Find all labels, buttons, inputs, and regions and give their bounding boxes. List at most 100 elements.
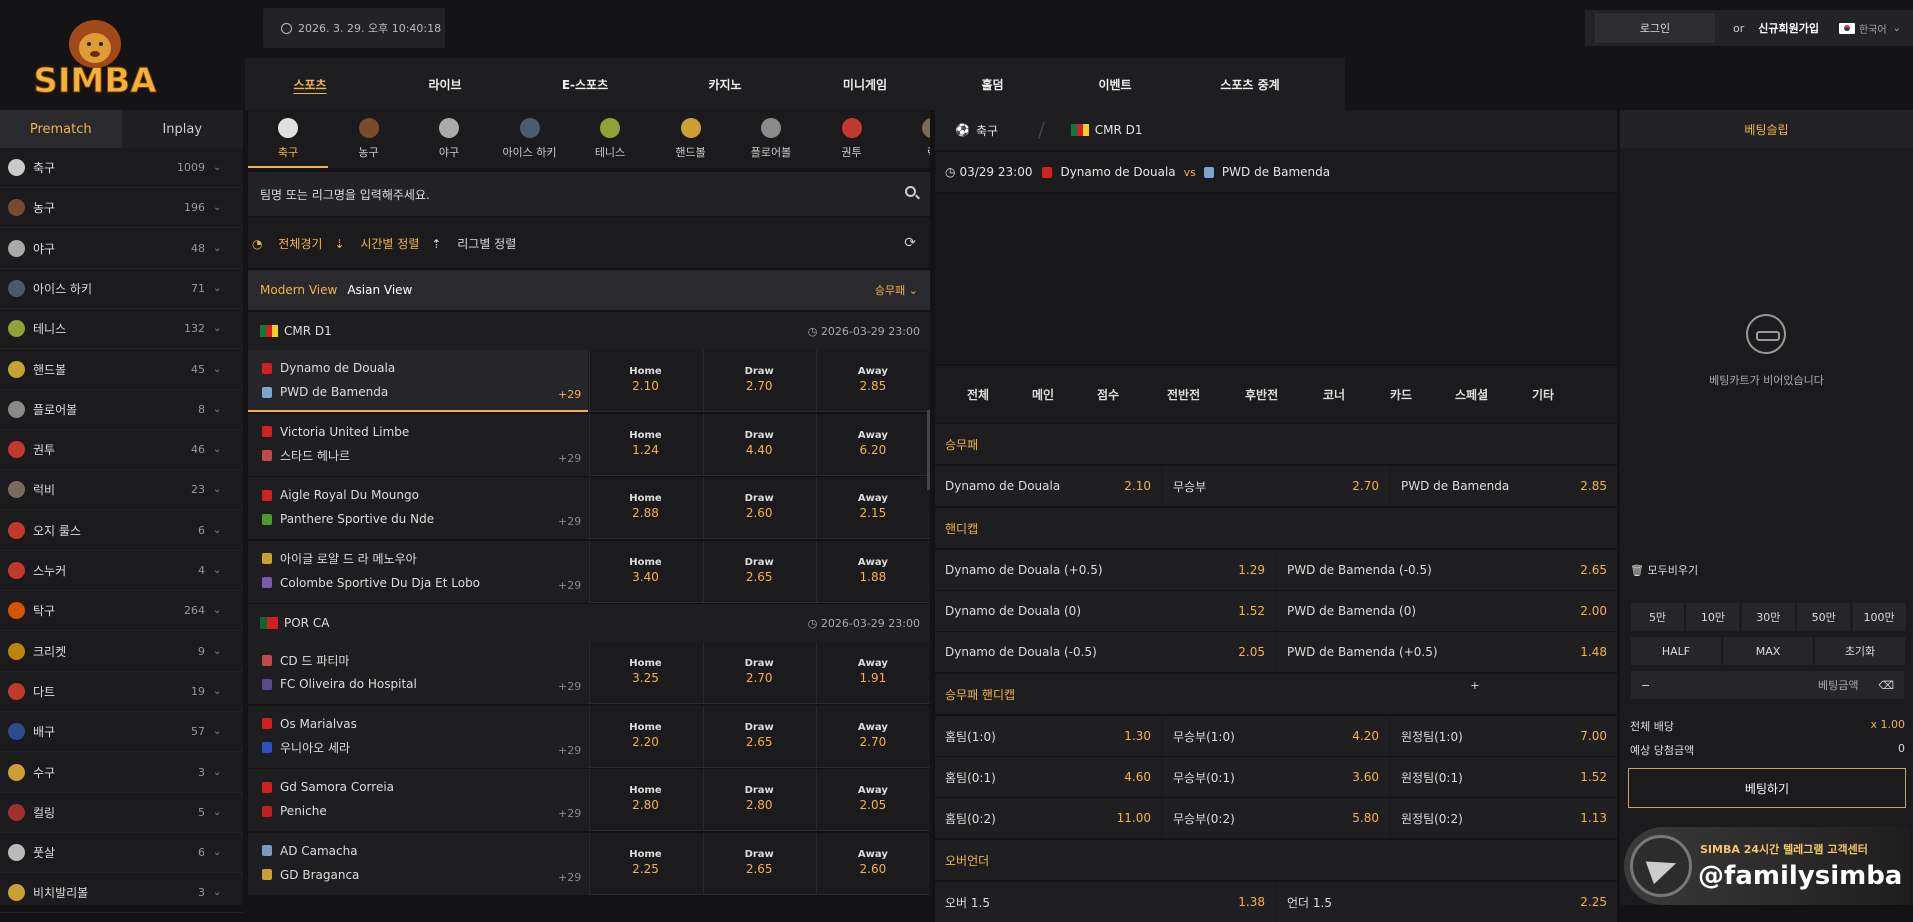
place-bet-button[interactable]: 베팅하기	[1628, 768, 1906, 808]
market-select[interactable]: 승무패 ⌄	[875, 282, 918, 298]
sort-by-time[interactable]: ⇣ 시간별 정렬	[334, 235, 419, 252]
sport-tab[interactable]: 플로어볼	[731, 110, 811, 168]
nav-minigame[interactable]: 미니게임	[795, 58, 935, 110]
market-section-title[interactable]: 승무패 핸디캡	[935, 674, 1617, 714]
detail-sport[interactable]: 축구	[976, 122, 998, 139]
odds-button-draw[interactable]: Draw 2.65	[702, 540, 815, 603]
market-odds-button[interactable]: 무승부(0:1) 3.60	[1163, 757, 1389, 797]
nav-esports[interactable]: E-스포츠	[515, 58, 655, 110]
sidebar-item[interactable]: 테니스 132 ⌄	[0, 309, 243, 350]
sidebar-item[interactable]: 플로어볼 8 ⌄	[0, 390, 243, 430]
market-odds-button[interactable]: 무승부(0:2) 5.80	[1163, 798, 1389, 838]
chevron-down-icon[interactable]: ⌄	[213, 323, 229, 334]
all-games-filter[interactable]: ◔ 전체경기	[252, 235, 322, 252]
market-odds-button[interactable]: Dynamo de Douala (+0.5) 1.29	[935, 550, 1275, 590]
more-markets-count[interactable]: +29	[558, 515, 581, 528]
sidebar-item[interactable]: 풋살 6 ⌄	[0, 833, 243, 874]
market-tab[interactable]: 전반전	[1167, 386, 1200, 403]
signup-link[interactable]: 신규회원가입	[1758, 20, 1819, 36]
market-odds-button[interactable]: PWD de Bamenda (-0.5) 2.65	[1277, 550, 1617, 590]
market-tab[interactable]: 카드	[1390, 386, 1412, 403]
odds-button-home[interactable]: Home 2.88	[589, 477, 701, 539]
market-tab[interactable]: 메인	[1032, 386, 1054, 403]
tab-inplay[interactable]: Inplay	[121, 110, 243, 148]
chevron-down-icon[interactable]: ⌄	[213, 887, 229, 898]
market-odds-button[interactable]: 원정팀(1:0) 7.00	[1391, 716, 1617, 756]
odds-button-home[interactable]: Home 3.25	[589, 642, 701, 704]
odds-button-home[interactable]: Home 2.10	[589, 350, 701, 412]
more-markets-count[interactable]: +29	[558, 807, 581, 820]
odds-button-home[interactable]: Home 2.20	[589, 705, 701, 768]
chevron-down-icon[interactable]: ⌄	[213, 283, 229, 294]
nav-sports-stream[interactable]: 스포츠 중계	[1180, 58, 1320, 110]
odds-button-draw[interactable]: Draw 2.65	[702, 705, 815, 768]
odds-button-away[interactable]: Away 1.91	[816, 642, 928, 704]
market-odds-button[interactable]: 원정팀(0:2) 1.13	[1391, 798, 1617, 838]
asian-view-toggle[interactable]: Asian View	[347, 283, 412, 297]
sidebar-item[interactable]: 오지 룰스 6 ⌄	[0, 511, 243, 551]
sport-tab[interactable]: 테니스	[570, 110, 650, 168]
nav-sports[interactable]: 스포츠	[245, 58, 375, 110]
chevron-down-icon[interactable]: ⌄	[213, 686, 229, 697]
market-odds-button[interactable]: 오버 1.5 1.38	[935, 882, 1275, 922]
nav-live[interactable]: 라이브	[375, 58, 515, 110]
odds-button-home[interactable]: Home 1.24	[589, 413, 701, 476]
chevron-down-icon[interactable]: ⌄	[213, 767, 229, 778]
language-select[interactable]: 한국어 ⌄	[1839, 21, 1901, 36]
sidebar-item[interactable]: 다트 19 ⌄	[0, 672, 243, 712]
odds-button-draw[interactable]: Draw 2.65	[702, 832, 815, 895]
sidebar-item[interactable]: 야구 48 ⌄	[0, 229, 243, 269]
match-teams[interactable]: Victoria United Limbe 스타드 헤나르 +29	[248, 413, 588, 476]
market-odds-button[interactable]: Dynamo de Douala 2.10	[935, 466, 1161, 506]
chevron-down-icon[interactable]: ⌄	[213, 605, 229, 616]
market-odds-button[interactable]: 홈팀(0:1) 4.60	[935, 757, 1161, 797]
sidebar-item[interactable]: 크리켓 9 ⌄	[0, 632, 243, 672]
refresh-icon[interactable]: ⟳	[904, 235, 916, 251]
odds-button-away[interactable]: Away 6.20	[816, 413, 928, 476]
market-odds-button[interactable]: Dynamo de Douala (-0.5) 2.05	[935, 632, 1275, 672]
chevron-down-icon[interactable]: ⌄	[213, 243, 229, 254]
more-markets-count[interactable]: +29	[558, 680, 581, 693]
odds-button-away[interactable]: Away 2.70	[816, 705, 928, 768]
odds-button-draw[interactable]: Draw 2.70	[702, 350, 815, 412]
nav-casino[interactable]: 카지노	[655, 58, 795, 110]
chevron-down-icon[interactable]: ⌄	[213, 162, 229, 173]
sidebar-item[interactable]: 축구 1009 ⌄	[0, 148, 243, 188]
league-header[interactable]: POR CA ◷ 2026-03-29 23:00	[248, 604, 930, 642]
market-odds-button[interactable]: 홈팀(1:0) 1.30	[935, 716, 1161, 756]
chevron-down-icon[interactable]: ⌄	[213, 847, 229, 858]
sport-tab[interactable]: 핸드볼	[651, 110, 731, 168]
market-odds-button[interactable]: 무승부(1:0) 4.20	[1163, 716, 1389, 756]
nav-event[interactable]: 이벤트	[1050, 58, 1180, 110]
amount-button[interactable]: 30만	[1740, 602, 1796, 632]
more-markets-count[interactable]: +29	[558, 452, 581, 465]
amount-option-button[interactable]: 초기화	[1814, 636, 1906, 666]
match-teams[interactable]: Dynamo de Douala PWD de Bamenda +29	[248, 350, 588, 412]
odds-button-away[interactable]: Away 2.15	[816, 477, 928, 539]
more-markets-count[interactable]: +29	[558, 744, 581, 757]
market-section-title[interactable]: 핸디캡	[935, 508, 1617, 548]
amount-plus[interactable]: +	[1470, 679, 1479, 692]
sidebar-item[interactable]: 수구 3 ⌄	[0, 753, 243, 793]
match-teams[interactable]: Gd Samora Correia Peniche +29	[248, 769, 588, 831]
market-tab[interactable]: 전체	[967, 386, 989, 403]
market-tab[interactable]: 기타	[1532, 386, 1554, 403]
sidebar-item[interactable]: 스누커 4 ⌄	[0, 551, 243, 591]
amount-button[interactable]: 5만	[1630, 602, 1685, 632]
amount-minus[interactable]: −	[1641, 679, 1650, 692]
odds-button-away[interactable]: Away 2.85	[816, 350, 928, 412]
tab-prematch[interactable]: Prematch	[0, 110, 122, 148]
search-bar[interactable]: 팀명 또는 리그명을 입력해주세요.	[248, 172, 930, 216]
sport-tab[interactable]: 아이스 하키	[490, 110, 570, 168]
search-icon[interactable]	[905, 186, 916, 197]
odds-button-draw[interactable]: Draw 4.40	[702, 413, 815, 476]
sort-by-league[interactable]: ⇡ 리그별 정렬	[431, 235, 516, 252]
sidebar-item[interactable]: 권투 46 ⌄	[0, 430, 243, 471]
sport-tab[interactable]: 럭	[892, 110, 930, 168]
market-odds-button[interactable]: 무승부 2.70	[1163, 466, 1389, 506]
chevron-down-icon[interactable]: ⌄	[213, 726, 229, 737]
clear-all-button[interactable]: 🗑 모두비우기	[1630, 562, 1698, 578]
amount-button[interactable]: 50만	[1796, 602, 1852, 632]
sidebar-item[interactable]: 탁구 264 ⌄	[0, 591, 243, 632]
amount-option-button[interactable]: MAX	[1722, 636, 1814, 666]
